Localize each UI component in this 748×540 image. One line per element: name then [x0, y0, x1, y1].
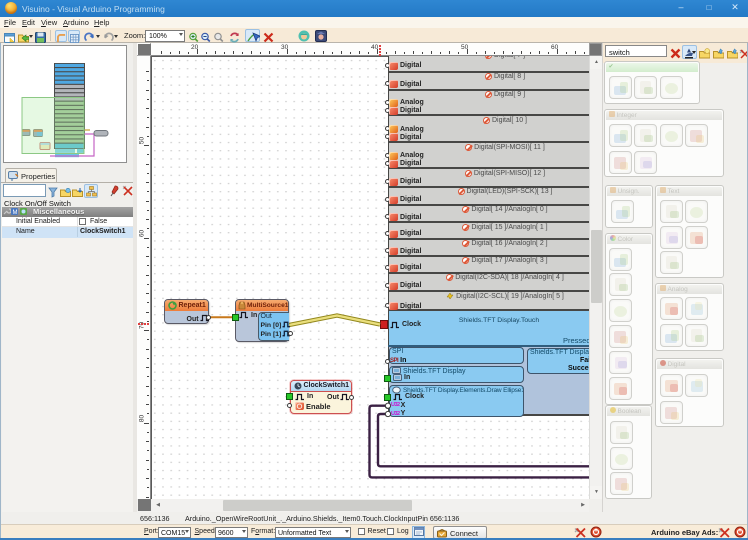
svg-text:M: M: [13, 210, 18, 216]
